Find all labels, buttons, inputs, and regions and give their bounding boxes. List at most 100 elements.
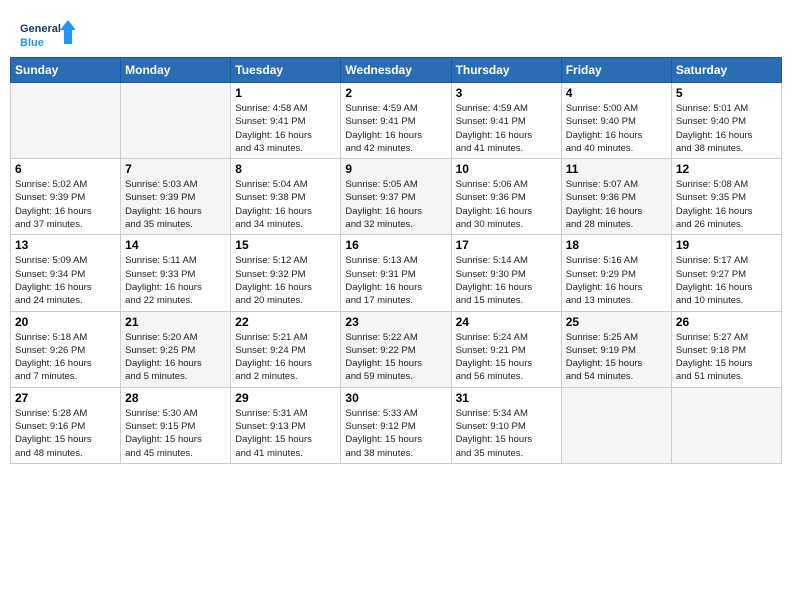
calendar-week-2: 6 Sunrise: 5:02 AMSunset: 9:39 PMDaylight…: [11, 159, 782, 235]
day-number: 4: [566, 86, 667, 100]
day-info: Sunrise: 5:22 AMSunset: 9:22 PMDaylight:…: [345, 331, 446, 384]
calendar-week-3: 13 Sunrise: 5:09 AMSunset: 9:34 PMDayligh…: [11, 235, 782, 311]
day-number: 8: [235, 162, 336, 176]
svg-text:Blue: Blue: [20, 37, 44, 49]
calendar-cell: 22 Sunrise: 5:21 AMSunset: 9:24 PMDayligh…: [231, 311, 341, 387]
day-number: 6: [15, 162, 116, 176]
calendar-cell: 13 Sunrise: 5:09 AMSunset: 9:34 PMDayligh…: [11, 235, 121, 311]
calendar-cell: 19Sunrise: 5:17 AMSunset: 9:27 PMDayligh…: [671, 235, 781, 311]
day-number: 18: [566, 238, 667, 252]
calendar-cell: 14 Sunrise: 5:11 AMSunset: 9:33 PMDayligh…: [121, 235, 231, 311]
day-info: Sunrise: 4:58 AMSunset: 9:41 PMDaylight:…: [235, 102, 336, 155]
day-number: 26: [676, 315, 777, 329]
day-info: Sunrise: 5:25 AMSunset: 9:19 PMDaylight:…: [566, 331, 667, 384]
calendar-cell: 21 Sunrise: 5:20 AMSunset: 9:25 PMDayligh…: [121, 311, 231, 387]
day-info: Sunrise: 5:33 AMSunset: 9:12 PMDaylight:…: [345, 407, 446, 460]
calendar-cell: 30 Sunrise: 5:33 AMSunset: 9:12 PMDayligh…: [341, 387, 451, 463]
calendar-cell: 3 Sunrise: 4:59 AMSunset: 9:41 PMDaylight…: [451, 83, 561, 159]
svg-text:General: General: [20, 23, 61, 35]
calendar-table: SundayMondayTuesdayWednesdayThursdayFrid…: [10, 57, 782, 464]
day-number: 15: [235, 238, 336, 252]
calendar-cell: 15 Sunrise: 5:12 AMSunset: 9:32 PMDayligh…: [231, 235, 341, 311]
calendar-cell: 29 Sunrise: 5:31 AMSunset: 9:13 PMDayligh…: [231, 387, 341, 463]
calendar-week-1: 1 Sunrise: 4:58 AMSunset: 9:41 PMDaylight…: [11, 83, 782, 159]
day-number: 30: [345, 391, 446, 405]
header-tuesday: Tuesday: [231, 58, 341, 83]
day-number: 17: [456, 238, 557, 252]
day-number: 16: [345, 238, 446, 252]
header-thursday: Thursday: [451, 58, 561, 83]
day-info: Sunrise: 5:17 AMSunset: 9:27 PMDaylight:…: [676, 254, 777, 307]
day-number: 1: [235, 86, 336, 100]
calendar-cell: 5Sunrise: 5:01 AMSunset: 9:40 PMDaylight…: [671, 83, 781, 159]
calendar-header-row: SundayMondayTuesdayWednesdayThursdayFrid…: [11, 58, 782, 83]
calendar-cell: [561, 387, 671, 463]
calendar-week-4: 20Sunrise: 5:18 AMSunset: 9:26 PMDayligh…: [11, 311, 782, 387]
calendar-cell: 8 Sunrise: 5:04 AMSunset: 9:38 PMDaylight…: [231, 159, 341, 235]
calendar-cell: 24 Sunrise: 5:24 AMSunset: 9:21 PMDayligh…: [451, 311, 561, 387]
day-info: Sunrise: 4:59 AMSunset: 9:41 PMDaylight:…: [456, 102, 557, 155]
day-number: 29: [235, 391, 336, 405]
header-wednesday: Wednesday: [341, 58, 451, 83]
day-number: 22: [235, 315, 336, 329]
calendar-cell: 17Sunrise: 5:14 AMSunset: 9:30 PMDayligh…: [451, 235, 561, 311]
day-info: Sunrise: 5:30 AMSunset: 9:15 PMDaylight:…: [125, 407, 226, 460]
page-header: General Blue: [10, 10, 782, 57]
day-number: 14: [125, 238, 226, 252]
day-number: 31: [456, 391, 557, 405]
calendar-cell: [121, 83, 231, 159]
day-number: 2: [345, 86, 446, 100]
calendar-cell: [11, 83, 121, 159]
calendar-cell: [671, 387, 781, 463]
day-number: 24: [456, 315, 557, 329]
day-info: Sunrise: 5:20 AMSunset: 9:25 PMDaylight:…: [125, 331, 226, 384]
logo: General Blue: [20, 18, 75, 53]
day-info: Sunrise: 5:12 AMSunset: 9:32 PMDaylight:…: [235, 254, 336, 307]
calendar-cell: 7Sunrise: 5:03 AMSunset: 9:39 PMDaylight…: [121, 159, 231, 235]
day-number: 10: [456, 162, 557, 176]
day-info: Sunrise: 5:06 AMSunset: 9:36 PMDaylight:…: [456, 178, 557, 231]
calendar-cell: 25 Sunrise: 5:25 AMSunset: 9:19 PMDayligh…: [561, 311, 671, 387]
calendar-cell: 28 Sunrise: 5:30 AMSunset: 9:15 PMDayligh…: [121, 387, 231, 463]
calendar-cell: 16Sunrise: 5:13 AMSunset: 9:31 PMDayligh…: [341, 235, 451, 311]
day-info: Sunrise: 5:02 AMSunset: 9:39 PMDaylight:…: [15, 178, 116, 231]
calendar-cell: 6 Sunrise: 5:02 AMSunset: 9:39 PMDaylight…: [11, 159, 121, 235]
day-number: 21: [125, 315, 226, 329]
day-number: 28: [125, 391, 226, 405]
calendar-cell: 9 Sunrise: 5:05 AMSunset: 9:37 PMDaylight…: [341, 159, 451, 235]
day-info: Sunrise: 5:27 AMSunset: 9:18 PMDaylight:…: [676, 331, 777, 384]
header-sunday: Sunday: [11, 58, 121, 83]
day-info: Sunrise: 5:04 AMSunset: 9:38 PMDaylight:…: [235, 178, 336, 231]
calendar-cell: 10 Sunrise: 5:06 AMSunset: 9:36 PMDayligh…: [451, 159, 561, 235]
day-info: Sunrise: 5:11 AMSunset: 9:33 PMDaylight:…: [125, 254, 226, 307]
calendar-cell: 1 Sunrise: 4:58 AMSunset: 9:41 PMDaylight…: [231, 83, 341, 159]
day-info: Sunrise: 5:03 AMSunset: 9:39 PMDaylight:…: [125, 178, 226, 231]
day-number: 27: [15, 391, 116, 405]
day-number: 25: [566, 315, 667, 329]
day-info: Sunrise: 5:24 AMSunset: 9:21 PMDaylight:…: [456, 331, 557, 384]
day-info: Sunrise: 5:05 AMSunset: 9:37 PMDaylight:…: [345, 178, 446, 231]
day-number: 13: [15, 238, 116, 252]
calendar-cell: 26 Sunrise: 5:27 AMSunset: 9:18 PMDayligh…: [671, 311, 781, 387]
day-number: 12: [676, 162, 777, 176]
day-number: 3: [456, 86, 557, 100]
day-info: Sunrise: 5:01 AMSunset: 9:40 PMDaylight:…: [676, 102, 777, 155]
calendar-cell: 31 Sunrise: 5:34 AMSunset: 9:10 PMDayligh…: [451, 387, 561, 463]
day-number: 9: [345, 162, 446, 176]
calendar-cell: 4Sunrise: 5:00 AMSunset: 9:40 PMDaylight…: [561, 83, 671, 159]
header-friday: Friday: [561, 58, 671, 83]
day-info: Sunrise: 5:08 AMSunset: 9:35 PMDaylight:…: [676, 178, 777, 231]
day-info: Sunrise: 5:21 AMSunset: 9:24 PMDaylight:…: [235, 331, 336, 384]
day-number: 23: [345, 315, 446, 329]
day-info: Sunrise: 5:18 AMSunset: 9:26 PMDaylight:…: [15, 331, 116, 384]
day-number: 11: [566, 162, 667, 176]
day-info: Sunrise: 5:28 AMSunset: 9:16 PMDaylight:…: [15, 407, 116, 460]
day-info: Sunrise: 5:09 AMSunset: 9:34 PMDaylight:…: [15, 254, 116, 307]
calendar-week-5: 27 Sunrise: 5:28 AMSunset: 9:16 PMDayligh…: [11, 387, 782, 463]
day-info: Sunrise: 5:31 AMSunset: 9:13 PMDaylight:…: [235, 407, 336, 460]
calendar-cell: 23 Sunrise: 5:22 AMSunset: 9:22 PMDayligh…: [341, 311, 451, 387]
header-monday: Monday: [121, 58, 231, 83]
day-info: Sunrise: 5:34 AMSunset: 9:10 PMDaylight:…: [456, 407, 557, 460]
day-info: Sunrise: 5:07 AMSunset: 9:36 PMDaylight:…: [566, 178, 667, 231]
calendar-cell: 27 Sunrise: 5:28 AMSunset: 9:16 PMDayligh…: [11, 387, 121, 463]
